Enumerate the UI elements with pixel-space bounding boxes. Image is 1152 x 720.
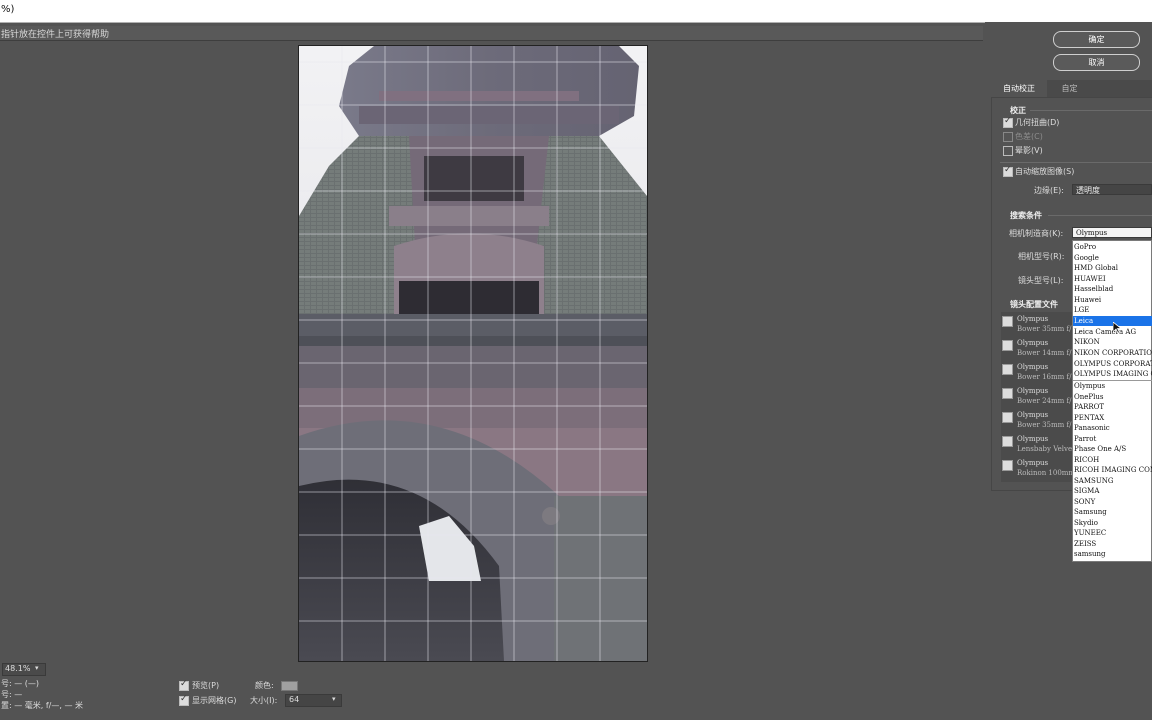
cancel-button[interactable]: 取消 — [1053, 54, 1140, 71]
dropdown-option[interactable]: RICOH — [1073, 455, 1152, 465]
chevron-down-icon[interactable]: ▾ — [332, 695, 336, 703]
dropdown-option[interactable]: Olympus — [1073, 381, 1152, 391]
dropdown-option[interactable]: SAMSUNG — [1073, 476, 1152, 486]
dropdown-option[interactable]: PENTAX — [1073, 413, 1152, 423]
section-divider — [1000, 162, 1152, 163]
dropdown-option[interactable]: Hasselblad — [1073, 284, 1152, 294]
hint-text: 指针放在控件上可获得帮助 — [1, 30, 110, 40]
camera-maker-select[interactable]: Olympus — [1072, 227, 1152, 238]
camera-icon — [1002, 436, 1013, 447]
show-grid-checkbox[interactable] — [179, 694, 189, 706]
camera-icon — [1002, 340, 1013, 351]
dropdown-option[interactable]: ZEISS — [1073, 539, 1152, 549]
window-title-bar: %) — [0, 0, 1152, 23]
edge-label: 边缘(E): — [1034, 186, 1064, 195]
dropdown-option[interactable]: NIKON — [1073, 337, 1152, 347]
lens-model-label: 镜头型号(L): — [1018, 276, 1064, 285]
chromatic-aberration-checkbox[interactable] — [1003, 132, 1013, 142]
dropdown-option[interactable]: SONY — [1073, 497, 1152, 507]
info-settings: 置: — 毫米, f/—, — 米 — [1, 701, 84, 710]
camera-icon — [1002, 460, 1013, 471]
dropdown-option[interactable]: Skydio — [1073, 518, 1152, 528]
auto-scale-checkbox[interactable] — [1003, 165, 1013, 177]
camera-icon — [1002, 316, 1013, 327]
vignette-checkbox[interactable] — [1003, 146, 1013, 156]
bottom-options-panel: 号: — (—) 号: — 置: — 毫米, f/—, — 米 预览(P) 显示… — [0, 676, 983, 720]
dropdown-option[interactable]: GoPro — [1073, 242, 1152, 252]
chromatic-aberration-label: 色差(C) — [1015, 132, 1043, 141]
correction-section-title: 校正 — [1010, 106, 1026, 115]
grid-size-field[interactable]: 64 ▾ — [285, 694, 342, 707]
camera-model-label: 相机型号(R): — [1018, 252, 1065, 261]
dropdown-option[interactable]: OLYMPUS IMAGING CORP — [1073, 369, 1152, 379]
show-grid-label: 显示网格(G) — [192, 696, 237, 705]
geometric-distortion-checkbox[interactable] — [1003, 116, 1013, 128]
camera-icon — [1002, 364, 1013, 375]
tab-custom[interactable]: 自定 — [1047, 80, 1092, 97]
dropdown-option[interactable]: NIKON CORPORATION — [1073, 348, 1152, 358]
ok-button[interactable]: 确定 — [1053, 31, 1140, 48]
dropdown-option[interactable]: SIGMA — [1073, 486, 1152, 496]
preview-checkbox[interactable] — [179, 679, 189, 691]
geometric-distortion-label: 几何扭曲(D) — [1015, 118, 1060, 127]
camera-maker-dropdown-list[interactable]: GoPro Google HMD Global HUAWEI Hasselbla… — [1072, 240, 1152, 562]
mouse-cursor-icon — [1113, 322, 1123, 334]
zoom-level-value: 48.1% — [5, 664, 31, 673]
tower-photo — [299, 46, 647, 661]
dropdown-option[interactable]: Samsung — [1073, 507, 1152, 517]
section-divider — [1048, 215, 1152, 216]
camera-maker-label: 相机制造商(K): — [1009, 229, 1064, 238]
dropdown-option[interactable]: Panasonic — [1073, 423, 1152, 433]
dropdown-option[interactable]: YUNEEC — [1073, 528, 1152, 538]
dropdown-option[interactable]: LGE — [1073, 305, 1152, 315]
tab-auto-correction[interactable]: 自动校正 — [991, 80, 1047, 97]
dropdown-option[interactable]: Huawei — [1073, 295, 1152, 305]
auto-scale-label: 自动缩放图像(S) — [1015, 167, 1075, 176]
grid-size-label: 大小(I): — [250, 696, 278, 705]
camera-icon — [1002, 388, 1013, 399]
dropdown-option[interactable]: PARROT — [1073, 402, 1152, 412]
grid-color-label: 颜色: — [255, 681, 274, 690]
dropdown-option[interactable]: Parrot — [1073, 434, 1152, 444]
vignette-label: 晕影(V) — [1015, 146, 1043, 155]
dropdown-option[interactable]: Phase One A/S — [1073, 444, 1152, 454]
dropdown-option[interactable]: Google — [1073, 253, 1152, 263]
dropdown-option[interactable]: OLYMPUS CORPORATION — [1073, 359, 1152, 369]
camera-icon — [1002, 412, 1013, 423]
info-camera: 号: — (—) — [1, 679, 40, 688]
hint-bar: 指针放在控件上可获得帮助 — [0, 26, 983, 41]
search-criteria-title: 搜索条件 — [1010, 211, 1042, 220]
preview-label: 预览(P) — [192, 681, 220, 690]
chevron-down-icon[interactable]: ▾ — [35, 664, 44, 673]
dropdown-option[interactable]: samsung — [1073, 549, 1152, 559]
window-title: %) — [1, 4, 15, 15]
dropdown-option[interactable]: OnePlus — [1073, 392, 1152, 402]
section-divider — [1030, 110, 1152, 111]
tab-bar: 自动校正 自定 — [991, 80, 1152, 97]
dropdown-option[interactable]: HUAWEI — [1073, 274, 1152, 284]
dropdown-option[interactable]: HMD Global — [1073, 263, 1152, 273]
edge-select[interactable]: 透明度 — [1072, 184, 1152, 195]
lens-profiles-title: 镜头配置文件 — [1010, 300, 1058, 309]
dropdown-option[interactable]: RICOH IMAGING COMPANY — [1073, 465, 1152, 475]
grid-color-swatch[interactable] — [281, 681, 298, 691]
info-lens: 号: — — [1, 690, 23, 699]
preview-image[interactable] — [298, 45, 648, 662]
